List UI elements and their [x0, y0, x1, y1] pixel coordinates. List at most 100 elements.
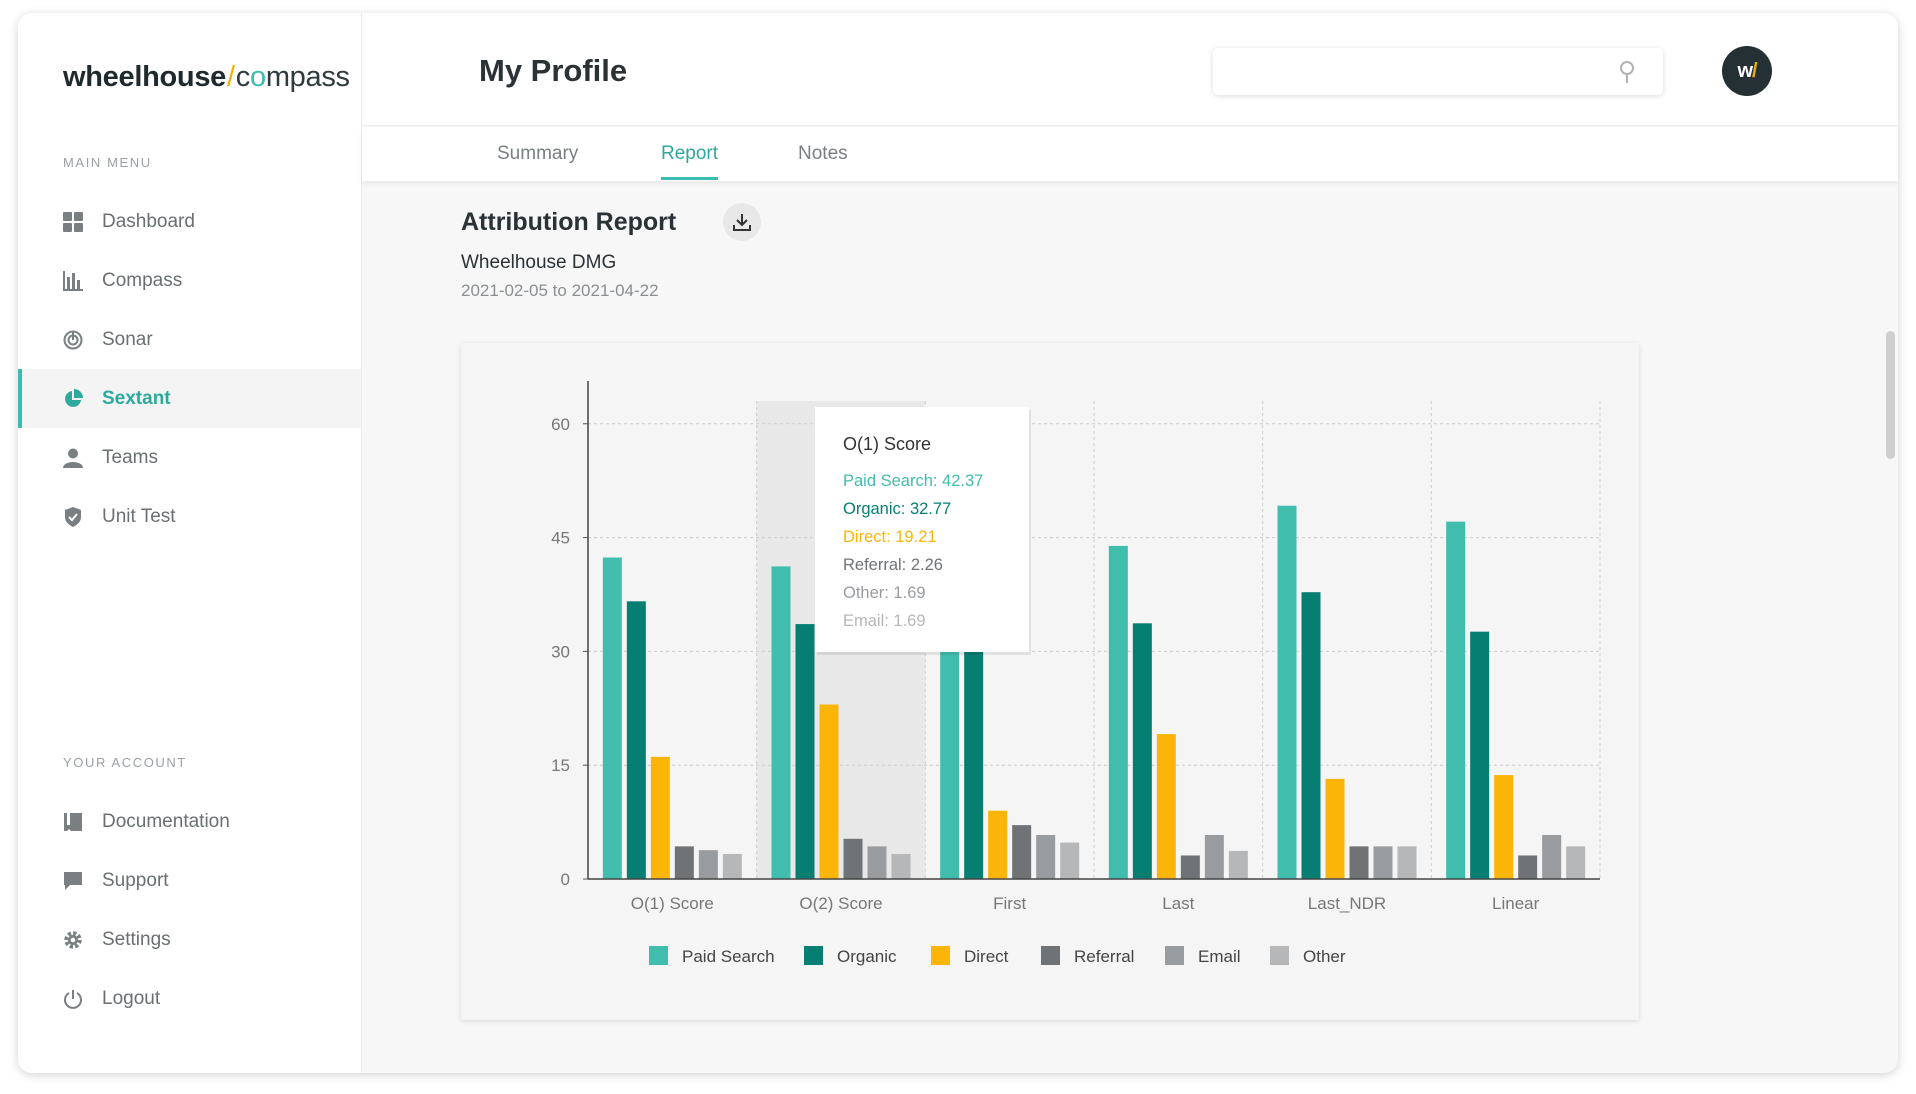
- page-title: My Profile: [479, 53, 628, 88]
- sidebar-item-label: Sextant: [102, 387, 171, 409]
- logo-wheelhouse: wheelhouse: [63, 61, 226, 93]
- avatar-letter: w: [1737, 59, 1753, 82]
- tab-notes[interactable]: Notes: [798, 143, 848, 177]
- bar-email: [1542, 834, 1562, 879]
- x-tick-label: O(1) Score: [631, 894, 714, 913]
- bar-direct: [1156, 734, 1176, 879]
- sidebar-item-teams[interactable]: Teams: [18, 428, 361, 487]
- bar-paid-search: [1446, 521, 1466, 879]
- bar-paid-search: [1108, 545, 1128, 879]
- tooltip-line: Organic: 32.77: [843, 500, 951, 518]
- bar-other: [722, 853, 742, 879]
- avatar-slash: /: [1752, 59, 1757, 82]
- report-title: Attribution Report: [461, 208, 677, 236]
- logo-mpass: mpass: [265, 61, 350, 93]
- legend-label: Other: [1303, 947, 1346, 966]
- bar-paid-search: [602, 557, 622, 879]
- search-input[interactable]: [1213, 48, 1593, 95]
- bar-direct: [650, 756, 670, 879]
- sidebar-item-compass[interactable]: Compass: [18, 251, 361, 310]
- bar-organic: [1132, 623, 1152, 879]
- x-tick-label: First: [993, 894, 1026, 913]
- bar-direct: [1494, 775, 1514, 879]
- tooltip-line: Direct: 19.21: [843, 528, 937, 546]
- bar-referral: [843, 838, 863, 879]
- pie-chart-icon: [62, 388, 84, 410]
- sidebar-item-label: Teams: [102, 446, 158, 468]
- search-box[interactable]: [1213, 48, 1663, 95]
- bar-other: [1566, 846, 1586, 879]
- attribution-bar-chart[interactable]: 0 15 30 45 60 O(1) Score O(2) Score First Last La…: [461, 343, 1639, 1020]
- tab-report[interactable]: Report: [661, 143, 719, 180]
- tooltip-line: Other: 1.69: [843, 584, 926, 602]
- legend-label: Email: [1198, 947, 1241, 966]
- legend-label: Referral: [1074, 947, 1134, 966]
- sidebar-item-logout[interactable]: Logout: [18, 969, 361, 1028]
- bar-organic: [626, 601, 646, 879]
- dashboard-icon: [62, 211, 84, 233]
- bar-chart-icon: [62, 270, 84, 292]
- chat-icon: [62, 870, 84, 892]
- company-name: Wheelhouse DMG: [461, 252, 617, 273]
- tab-summary[interactable]: Summary: [497, 143, 578, 177]
- sidebar-item-unit-test[interactable]: Unit Test: [18, 487, 361, 546]
- legend-label: Paid Search: [682, 947, 775, 966]
- y-tick-label: 30: [551, 642, 570, 661]
- legend-label: Direct: [964, 947, 1009, 966]
- bar-other: [1397, 846, 1417, 879]
- bar-paid-search: [771, 566, 791, 879]
- attribution-chart-card: 0 15 30 45 60 O(1) Score O(2) Score First Last La…: [461, 343, 1639, 1020]
- scrollbar[interactable]: [1886, 331, 1895, 459]
- bar-email: [698, 850, 718, 879]
- power-icon: [62, 988, 84, 1010]
- legend-swatch: [1165, 946, 1184, 965]
- y-tick-label: 0: [561, 870, 570, 889]
- sidebar: wheelhouse/compass MAIN MENU Dashboard C…: [18, 13, 362, 1073]
- bar-email: [1373, 846, 1393, 879]
- logo-slash: /: [227, 61, 235, 93]
- download-icon: [733, 214, 751, 231]
- bar-direct: [819, 704, 839, 879]
- legend-swatch: [931, 946, 950, 965]
- bar-referral: [1518, 855, 1538, 879]
- tab-bar: Summary Report Notes: [362, 127, 1898, 181]
- sidebar-item-label: Settings: [102, 928, 171, 950]
- sidebar-item-settings[interactable]: Settings: [18, 910, 361, 969]
- user-icon: [62, 447, 84, 469]
- sidebar-item-sextant[interactable]: Sextant: [18, 369, 361, 428]
- bar-organic: [1301, 592, 1321, 879]
- legend-swatch: [1041, 946, 1060, 965]
- sidebar-item-label: Dashboard: [102, 210, 195, 232]
- sidebar-item-support[interactable]: Support: [18, 851, 361, 910]
- bar-direct: [1325, 778, 1345, 879]
- avatar[interactable]: w /: [1722, 46, 1772, 96]
- search-icon[interactable]: [1616, 60, 1638, 84]
- x-tick-label: O(2) Score: [799, 894, 882, 913]
- tooltip-line: Referral: 2.26: [843, 556, 943, 574]
- sidebar-item-label: Support: [102, 869, 169, 891]
- legend-swatch: [649, 946, 668, 965]
- tooltip-line: Email: 1.69: [843, 612, 926, 630]
- logo-c: c: [235, 61, 251, 93]
- y-tick-label: 45: [551, 529, 570, 548]
- x-tick-label: Linear: [1492, 894, 1540, 913]
- sidebar-item-sonar[interactable]: Sonar: [18, 310, 361, 369]
- sidebar-item-documentation[interactable]: Documentation: [18, 792, 361, 851]
- legend-swatch: [1270, 946, 1289, 965]
- bar-referral: [1349, 846, 1369, 879]
- y-tick-label: 60: [551, 415, 570, 434]
- shield-icon: [62, 506, 84, 528]
- sidebar-item-label: Logout: [102, 987, 161, 1009]
- bar-email: [1036, 834, 1056, 879]
- x-tick-label: Last: [1162, 894, 1194, 913]
- sidebar-item-label: Compass: [102, 269, 183, 291]
- wheelhouse-compass-logo[interactable]: wheelhouse/compass: [63, 61, 350, 94]
- download-button[interactable]: [723, 203, 761, 241]
- legend-label: Organic: [837, 947, 897, 966]
- tooltip-title: O(1) Score: [843, 434, 931, 454]
- x-tick-label: Last_NDR: [1308, 894, 1386, 913]
- sidebar-item-dashboard[interactable]: Dashboard: [18, 192, 361, 251]
- top-header: My Profile w /: [362, 13, 1898, 126]
- book-icon: [62, 811, 84, 833]
- bar-paid-search: [940, 651, 960, 879]
